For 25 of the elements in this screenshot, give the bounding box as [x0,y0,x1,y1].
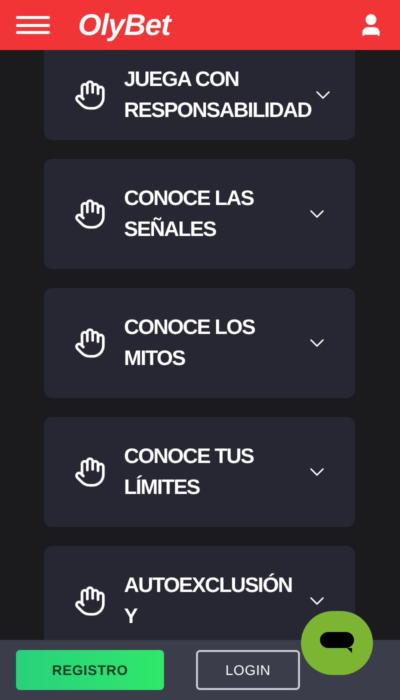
accordion-item[interactable]: CONOCE LOS MITOS [44,288,355,398]
hand-icon [74,585,106,617]
hand-icon [74,79,106,111]
section-title: AUTOEXCLUSIÓN [124,572,292,599]
accordion-item[interactable]: JUEGA CON RESPONSABILIDAD [44,50,355,140]
section-title: MITOS [124,346,186,372]
section-title: SEÑALES [124,216,217,243]
accordion-item[interactable]: CONOCE TUS LÍMITES [44,417,355,527]
menu-icon[interactable] [16,16,50,34]
chat-icon [319,631,355,655]
logo[interactable]: OlyBet [78,2,170,48]
section-title: JUEGA CON [124,67,240,93]
section-title: CONOCE TUS [124,444,254,470]
section-title: CONOCE LAS [124,186,254,212]
accordion-item[interactable]: CONOCE LAS SEÑALES [44,159,355,269]
section-title: Y [124,604,138,630]
section-title: CONOCE LOS [124,315,255,341]
hand-icon [74,198,106,230]
section-title: RESPONSABILIDAD [124,98,312,124]
accordion-item[interactable]: AUTOEXCLUSIÓN Y [44,546,355,640]
section-title: LÍMITES [124,474,201,501]
login-button[interactable]: LOGIN [196,650,300,690]
hand-icon [74,456,106,488]
register-button[interactable]: REGISTRO [16,650,164,690]
hand-icon [74,327,106,359]
